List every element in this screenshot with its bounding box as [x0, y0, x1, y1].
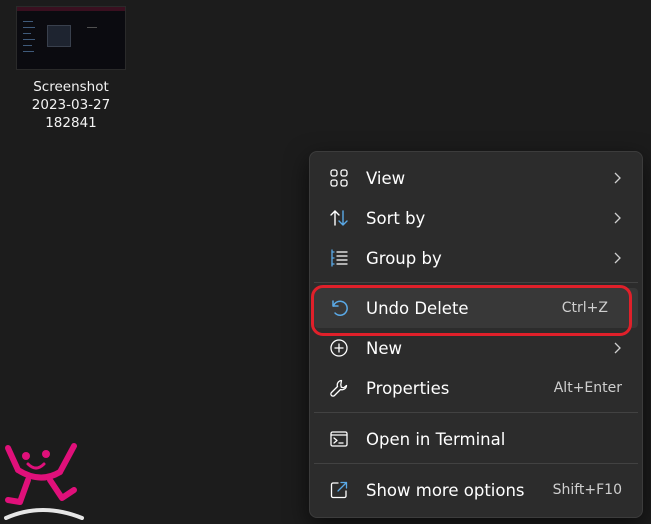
terminal-icon: [328, 428, 350, 450]
menu-separator: [314, 412, 638, 413]
menu-item-label: Open in Terminal: [366, 429, 506, 449]
chevron-right-icon: [610, 211, 624, 225]
chevron-right-icon: [610, 341, 624, 355]
wrench-icon: [328, 377, 350, 399]
file-name-line2: 2023-03-27: [31, 97, 111, 113]
menu-item-properties[interactable]: Properties Alt+Enter: [314, 370, 638, 406]
grid-icon: [328, 167, 350, 189]
file-name: Screenshot 2023-03-27 182841: [10, 78, 132, 132]
menu-item-sort-by[interactable]: Sort by: [314, 200, 638, 236]
file-thumbnail: [16, 6, 126, 70]
menu-item-label: New: [366, 338, 402, 358]
chevron-right-icon: [610, 251, 624, 265]
watermark-logo: [2, 440, 88, 520]
menu-item-shortcut: Alt+Enter: [553, 380, 622, 396]
menu-item-shortcut: Shift+F10: [552, 482, 622, 498]
menu-item-label: View: [366, 168, 406, 188]
menu-item-view[interactable]: View: [314, 160, 638, 196]
menu-item-label: Properties: [366, 378, 450, 398]
file-name-line1: Screenshot: [33, 79, 109, 95]
menu-item-group-by[interactable]: Group by: [314, 240, 638, 276]
desktop-file-screenshot[interactable]: Screenshot 2023-03-27 182841: [10, 6, 132, 132]
menu-item-label: Group by: [366, 248, 442, 268]
chevron-right-icon: [610, 171, 624, 185]
external-link-icon: [328, 479, 350, 501]
menu-separator: [314, 282, 638, 283]
menu-item-open-in-terminal[interactable]: Open in Terminal: [314, 421, 638, 457]
menu-item-label: Show more options: [366, 480, 525, 500]
menu-item-label: Sort by: [366, 208, 426, 228]
sort-icon: [328, 207, 350, 229]
menu-separator: [314, 463, 638, 464]
annotation-highlight-ring: [311, 285, 632, 336]
plus-circle-icon: [328, 337, 350, 359]
group-list-icon: [328, 247, 350, 269]
menu-item-show-more-options[interactable]: Show more options Shift+F10: [314, 472, 638, 508]
file-name-line3: 182841: [45, 115, 97, 131]
